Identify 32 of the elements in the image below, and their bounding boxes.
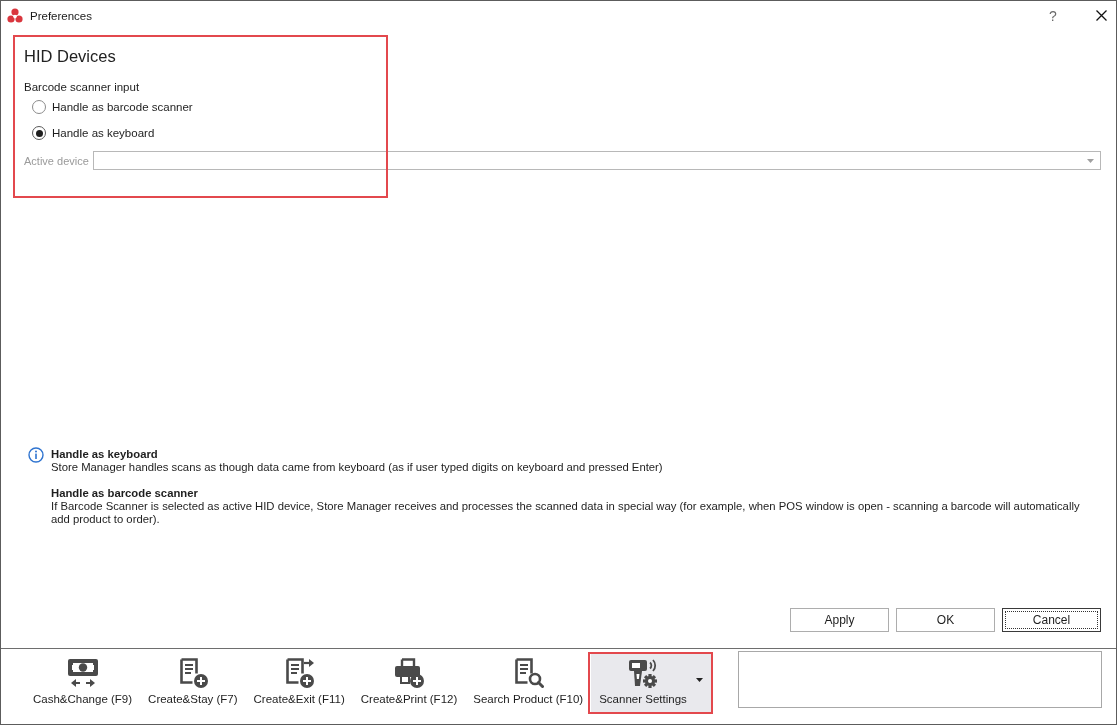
toolbar-button[interactable]: Cash&Change (F9)	[25, 654, 141, 712]
scanner-gear-icon	[627, 657, 659, 689]
info-text: If Barcode Scanner is selected as active HID device, Store Manager receives and processes the scanned data in special way (for example, when POS window is open - scanning a barcode will automatically add product to order).	[51, 500, 1081, 526]
option-label: Handle as keyboard	[52, 126, 155, 140]
info-title: Handle as barcode scanner	[51, 487, 199, 500]
printer-plus-icon	[393, 657, 425, 689]
dialog-button[interactable]: Cancel	[1002, 608, 1101, 632]
caret-icon	[695, 678, 703, 682]
toolbar-button[interactable]: Search Product (F10)	[465, 654, 592, 712]
group-label: Barcode scanner input	[24, 80, 141, 94]
close-icon	[1095, 10, 1107, 21]
field-label: Active device	[24, 154, 89, 167]
window-title: Preferences	[30, 9, 92, 22]
help-button[interactable]: ?	[1038, 1, 1068, 30]
document-arrow-plus-icon	[283, 657, 316, 689]
trefoil-logo-icon	[7, 7, 23, 24]
document-search-icon	[512, 657, 545, 689]
banknote-icon	[66, 657, 99, 689]
toolbar-button[interactable]: Create&Exit (F11)	[245, 654, 353, 712]
caret-icon	[1087, 158, 1094, 163]
info-title: Handle as keyboard	[51, 448, 159, 461]
toolbar-button[interactable]: Scanner Settings	[591, 654, 711, 712]
option-label: Handle as barcode scanner	[52, 100, 193, 114]
info-icon	[28, 447, 44, 463]
dialog-button[interactable]: Apply	[790, 608, 889, 632]
toolbar-button[interactable]: Create&Print (F12)	[352, 654, 466, 712]
radio-button[interactable]	[32, 100, 46, 114]
info-text: Store Manager handles scans as though data came from keyboard (as if user typed digits on keyboard and pressed Enter)	[51, 461, 664, 474]
toolbar-button[interactable]: Create&Stay (F7)	[140, 654, 246, 712]
radio-button[interactable]	[32, 126, 46, 140]
section-heading: HID Devices	[24, 46, 117, 67]
dialog-button[interactable]: OK	[896, 608, 995, 632]
